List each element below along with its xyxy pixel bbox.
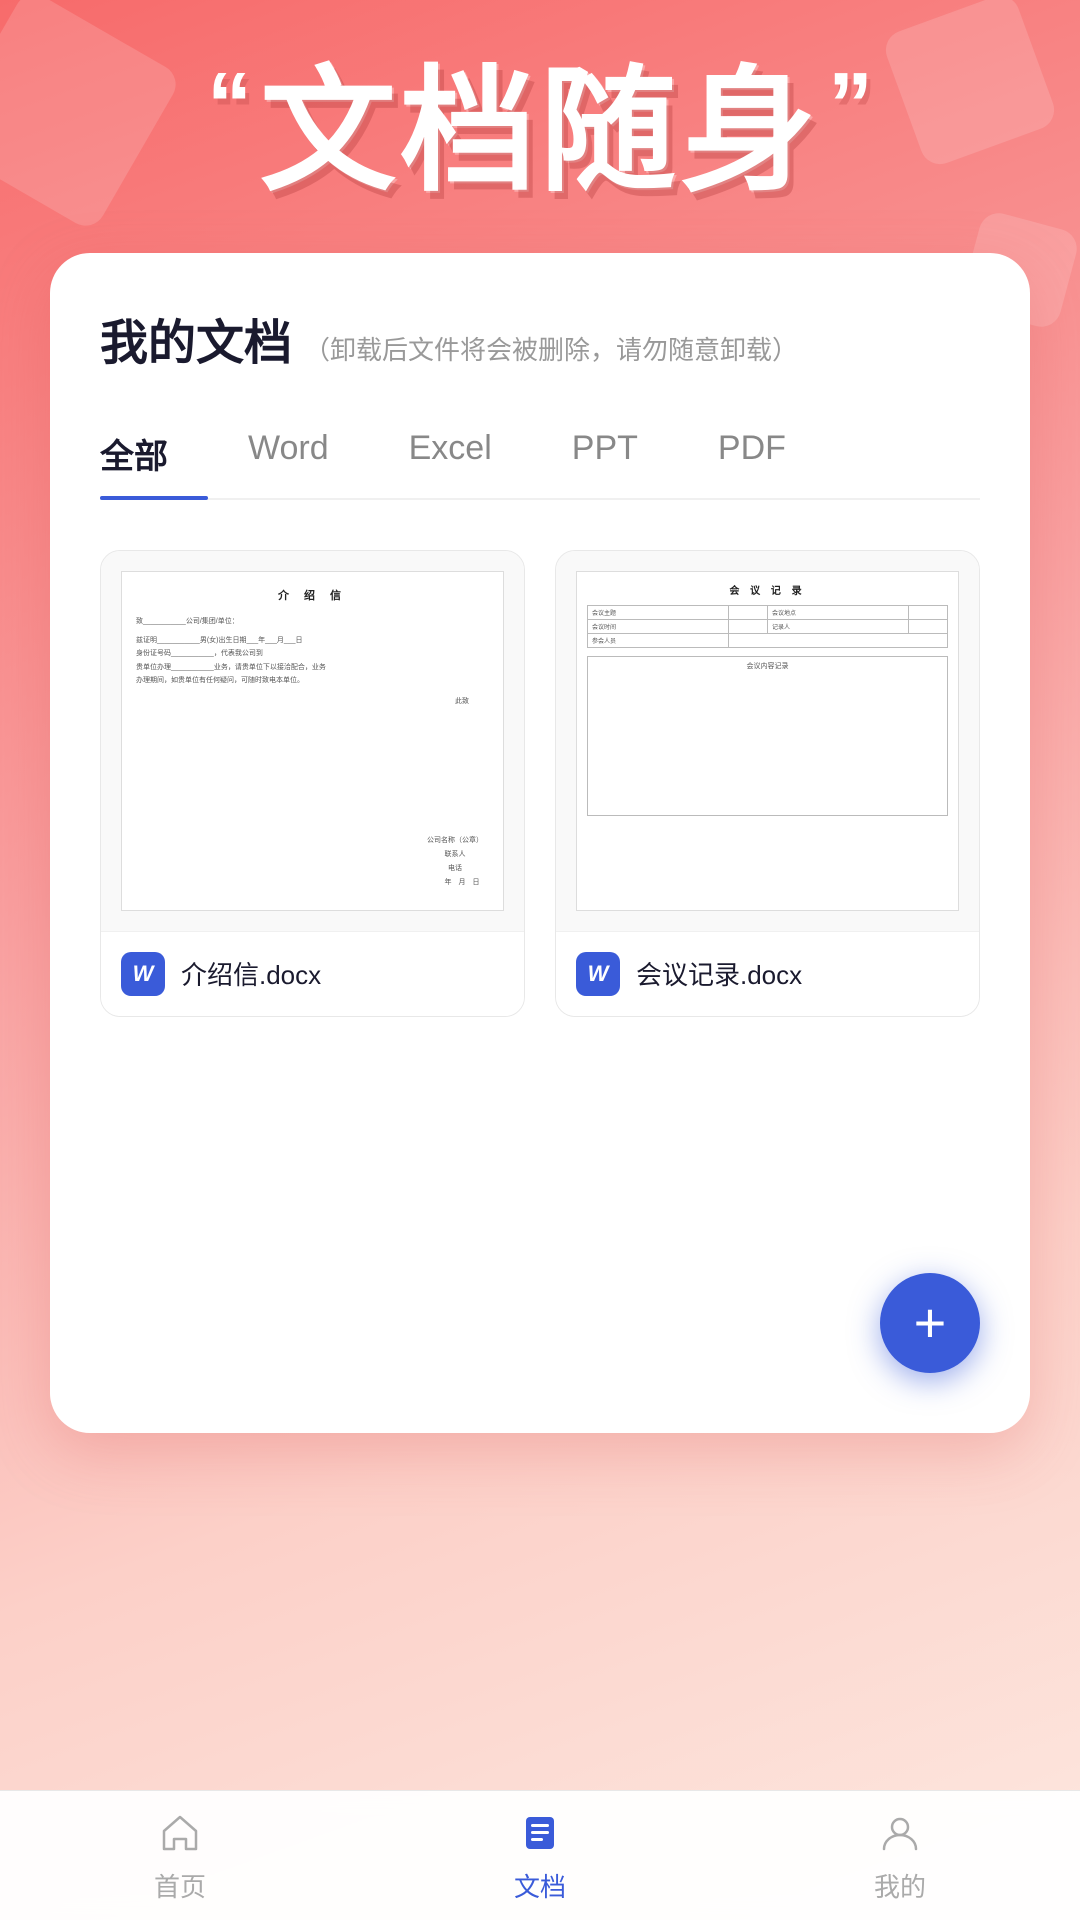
doc-card-meeting[interactable]: 会 议 记 录 会议主题 会议地点 会议时间 记录人 [555,550,980,1017]
hero-title: 文档随身 [260,60,820,203]
doc-preview-meeting: 会 议 记 录 会议主题 会议地点 会议时间 记录人 [556,551,979,931]
tab-excel[interactable]: Excel [369,413,532,498]
doc-meeting-table: 会议主题 会议地点 会议时间 记录人 参会人员 [587,605,948,648]
document-grid: 介 绍 信 致___________公司/集团/单位： 兹证明_________… [100,550,980,1017]
tab-ppt[interactable]: PPT [532,413,678,498]
doc-meeting-content-box: 会议内容记录 [587,656,948,816]
tab-bar: 全部 Word Excel PPT PDF [100,413,980,500]
doc-letter-preview: 介 绍 信 致___________公司/集团/单位： 兹证明_________… [121,571,504,911]
profile-icon [874,1807,926,1859]
docs-icon [514,1807,566,1859]
quote-left: “ [207,60,252,150]
doc-footer-intro: W 介绍信.docx [101,931,524,1016]
bottom-nav: 首页 文档 我的 [0,1790,1080,1920]
fab-add-button[interactable]: + [880,1273,980,1373]
nav-label-profile: 我的 [874,1867,926,1904]
main-card: 我的文档 （卸载后文件将会被删除，请勿随意卸载） 全部 Word Excel P… [50,253,1030,1433]
doc-preview-intro: 介 绍 信 致___________公司/集团/单位： 兹证明_________… [101,551,524,931]
doc-footer-meeting: W 会议记录.docx [556,931,979,1016]
tab-pdf[interactable]: PDF [678,413,826,498]
word-icon-intro: W [121,952,165,996]
doc-filename-meeting: 会议记录.docx [636,955,802,992]
nav-item-docs[interactable]: 文档 [460,1807,620,1904]
nav-item-profile[interactable]: 我的 [820,1807,980,1904]
nav-item-home[interactable]: 首页 [100,1807,260,1904]
nav-label-docs: 文档 [514,1867,566,1904]
doc-meeting-title: 会 议 记 录 [587,582,948,597]
nav-label-home: 首页 [154,1867,206,1904]
doc-filename-intro: 介绍信.docx [181,955,321,992]
tab-all[interactable]: 全部 [100,413,208,498]
hero-section: “ 文档随身 ” [0,0,1080,253]
card-title: 我的文档 [100,303,292,373]
doc-meeting-preview: 会 议 记 录 会议主题 会议地点 会议时间 记录人 [576,571,959,911]
card-header: 我的文档 （卸载后文件将会被删除，请勿随意卸载） [100,303,980,373]
quote-right: ” [828,60,873,150]
card-subtitle: （卸载后文件将会被删除，请勿随意卸载） [304,330,798,367]
tab-word[interactable]: Word [208,413,369,498]
doc-letter-title: 介 绍 信 [136,588,489,606]
word-icon-meeting: W [576,952,620,996]
home-icon [154,1807,206,1859]
doc-card-intro-letter[interactable]: 介 绍 信 致___________公司/集团/单位： 兹证明_________… [100,550,525,1017]
